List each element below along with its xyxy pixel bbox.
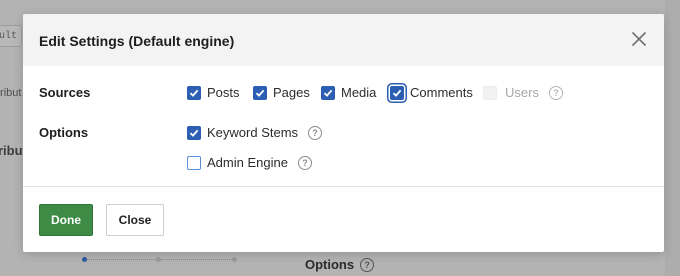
close-button[interactable]: Close — [106, 204, 164, 236]
background-options-heading: Options ? — [305, 257, 375, 272]
background-progress-track — [82, 257, 237, 262]
help-icon: ? — [360, 257, 375, 272]
checkbox-pages[interactable] — [253, 85, 267, 100]
options-label: Options — [39, 125, 89, 140]
source-media[interactable]: Media — [321, 85, 376, 100]
checkbox-media[interactable] — [321, 85, 335, 100]
background-engine-chip: ult — [0, 25, 22, 47]
modal-header: Edit Settings (Default engine) — [23, 14, 664, 66]
source-users-label: Users — [505, 85, 539, 100]
modal-title: Edit Settings (Default engine) — [39, 33, 235, 49]
source-pages[interactable]: Pages — [253, 85, 310, 100]
background-progress-dot — [232, 257, 237, 262]
sources-label: Sources — [39, 85, 91, 100]
done-button[interactable]: Done — [39, 204, 93, 236]
help-icon[interactable]: ? — [548, 85, 563, 100]
option-keyword-stems-label: Keyword Stems — [207, 125, 299, 140]
option-keyword-stems[interactable]: Keyword Stems ? — [187, 125, 323, 140]
option-admin-engine[interactable]: Admin Engine ? — [187, 155, 312, 170]
source-posts-label: Posts — [207, 85, 240, 100]
help-icon[interactable]: ? — [308, 125, 323, 140]
source-posts[interactable]: Posts — [187, 85, 240, 100]
modal-body: Sources Posts Pages Media Comments Users… — [23, 66, 664, 186]
help-icon[interactable]: ? — [297, 155, 312, 170]
background-progress-dot — [156, 257, 161, 262]
close-icon[interactable] — [630, 30, 648, 48]
checkbox-posts[interactable] — [187, 85, 201, 100]
source-comments[interactable]: Comments — [390, 85, 473, 100]
checkbox-admin-engine[interactable] — [187, 155, 201, 170]
source-media-label: Media — [341, 85, 377, 100]
checkbox-comments[interactable] — [390, 85, 404, 100]
background-options-label: Options — [305, 257, 355, 272]
background-text-a: tribut — [0, 87, 22, 99]
checkbox-users — [483, 85, 497, 100]
source-comments-label: Comments — [410, 85, 473, 100]
background-progress-dot-active — [82, 257, 87, 262]
source-pages-label: Pages — [273, 85, 310, 100]
source-users: Users ? — [483, 85, 563, 100]
modal-footer: Done Close — [23, 186, 664, 252]
edit-settings-modal: Edit Settings (Default engine) Sources P… — [23, 14, 664, 252]
option-admin-engine-label: Admin Engine — [207, 155, 288, 170]
checkbox-keyword-stems[interactable] — [187, 125, 201, 140]
